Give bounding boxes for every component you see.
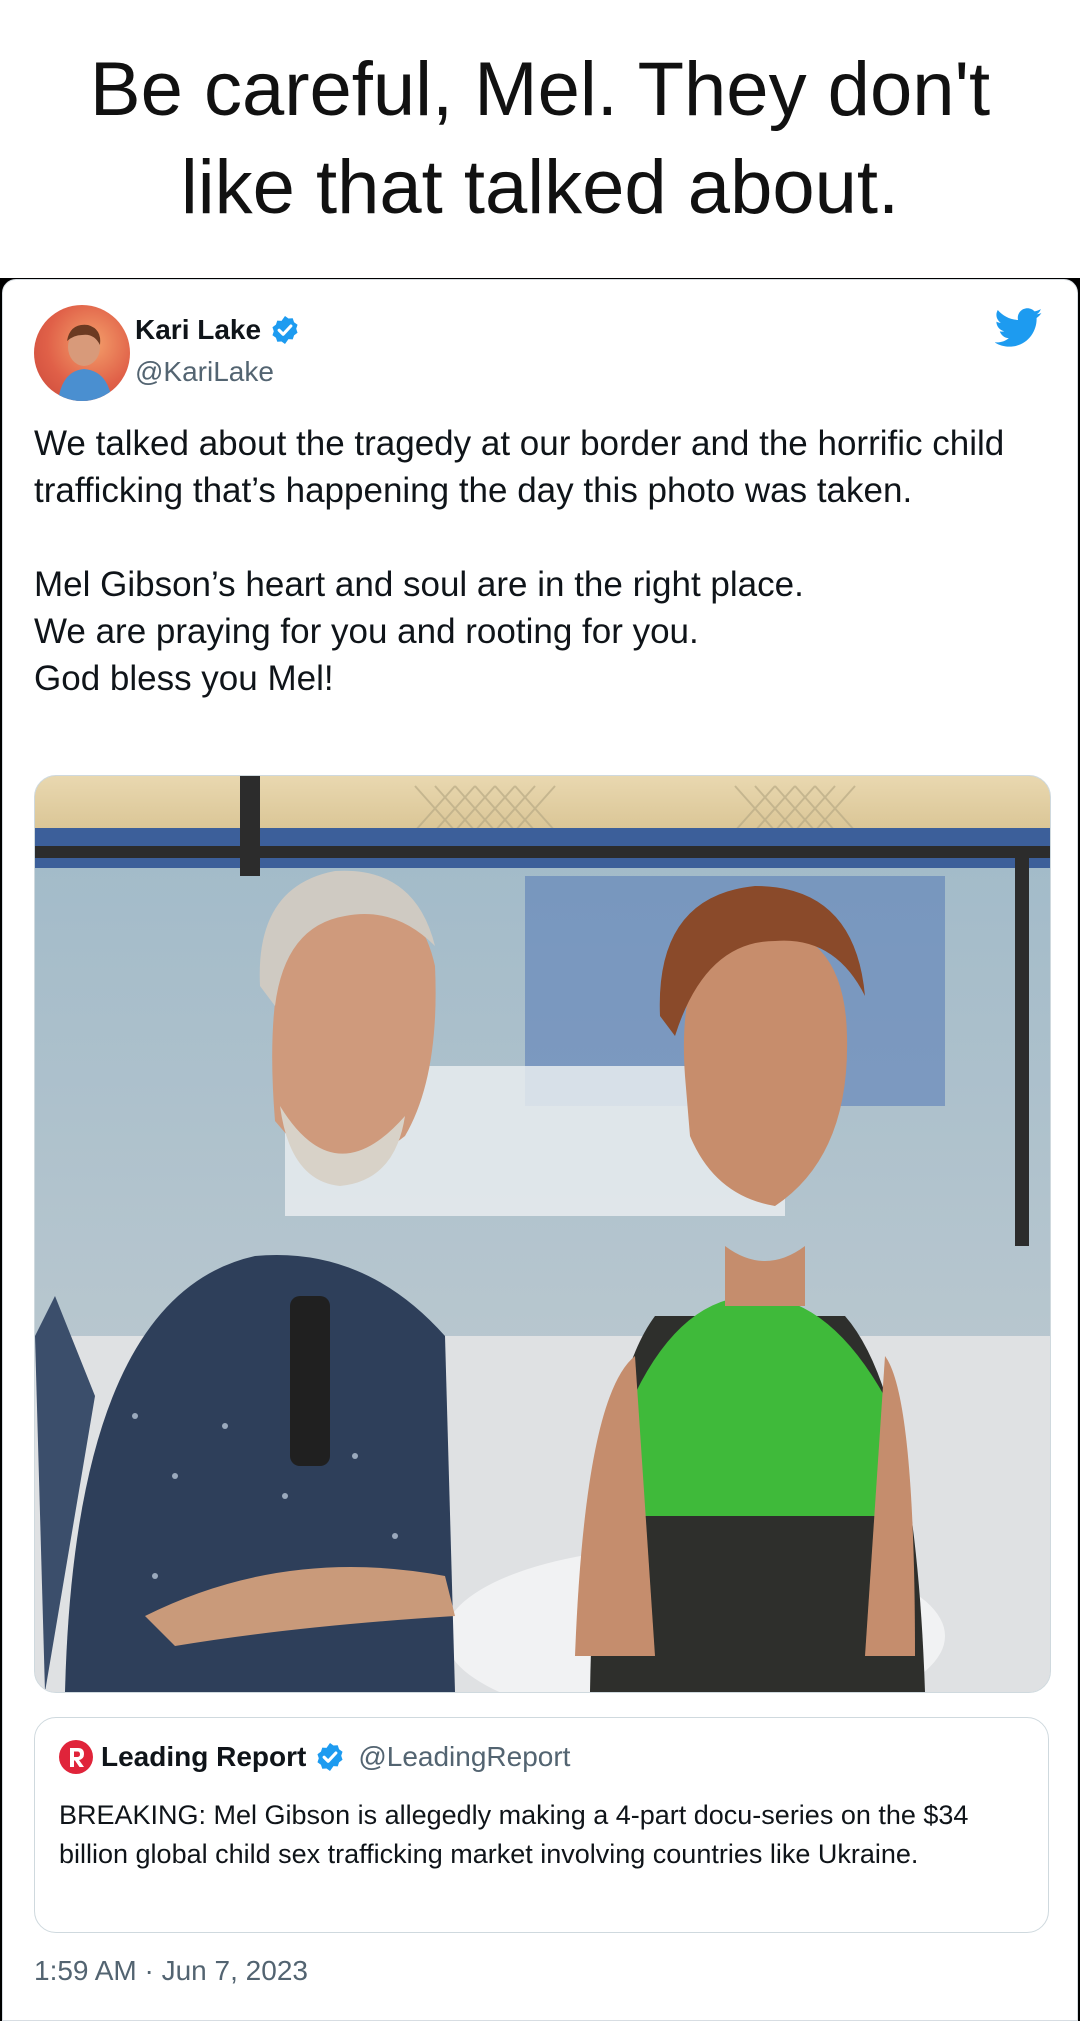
quoted-tweet[interactable]: Leading Report @LeadingReport BREAKING: … xyxy=(34,1717,1049,1933)
author-handle[interactable]: @KariLake xyxy=(135,356,274,388)
meme-caption: Be careful, Mel. They don't like that ta… xyxy=(89,47,991,230)
quoted-author-name[interactable]: Leading Report xyxy=(101,1741,306,1773)
verified-badge-icon xyxy=(272,316,298,344)
tweet-timestamp[interactable]: 1:59 AM · Jun 7, 2023 xyxy=(34,1955,308,1987)
quoted-tweet-text: BREAKING: Mel Gibson is allegedly making… xyxy=(59,1800,969,1869)
tweet-paragraph-2-line-2: We are praying for you and rooting for y… xyxy=(34,612,699,651)
author-name-text[interactable]: Kari Lake xyxy=(135,314,261,346)
leading-report-logo-icon xyxy=(59,1740,93,1774)
twitter-bird-icon[interactable] xyxy=(995,308,1043,348)
author-name[interactable]: Kari Lake xyxy=(135,314,301,346)
avatar[interactable] xyxy=(34,305,130,401)
tweet-card[interactable]: Kari Lake @KariLake We talked about the … xyxy=(2,279,1078,2021)
quoted-tweet-header: Leading Report @LeadingReport xyxy=(59,1740,570,1774)
meme-caption-area: Be careful, Mel. They don't like that ta… xyxy=(0,0,1080,278)
quoted-author-handle[interactable]: @LeadingReport xyxy=(358,1741,570,1773)
tweet-photo[interactable] xyxy=(34,775,1051,1693)
tweet-paragraph-1: We talked about the tragedy at our borde… xyxy=(34,424,1005,510)
tweet-text: We talked about the tragedy at our borde… xyxy=(34,420,1044,702)
tweet-paragraph-2-line-1: Mel Gibson’s heart and soul are in the r… xyxy=(34,565,804,604)
tweet-paragraph-2-line-3: God bless you Mel! xyxy=(34,659,334,698)
verified-badge-icon xyxy=(317,1743,343,1771)
